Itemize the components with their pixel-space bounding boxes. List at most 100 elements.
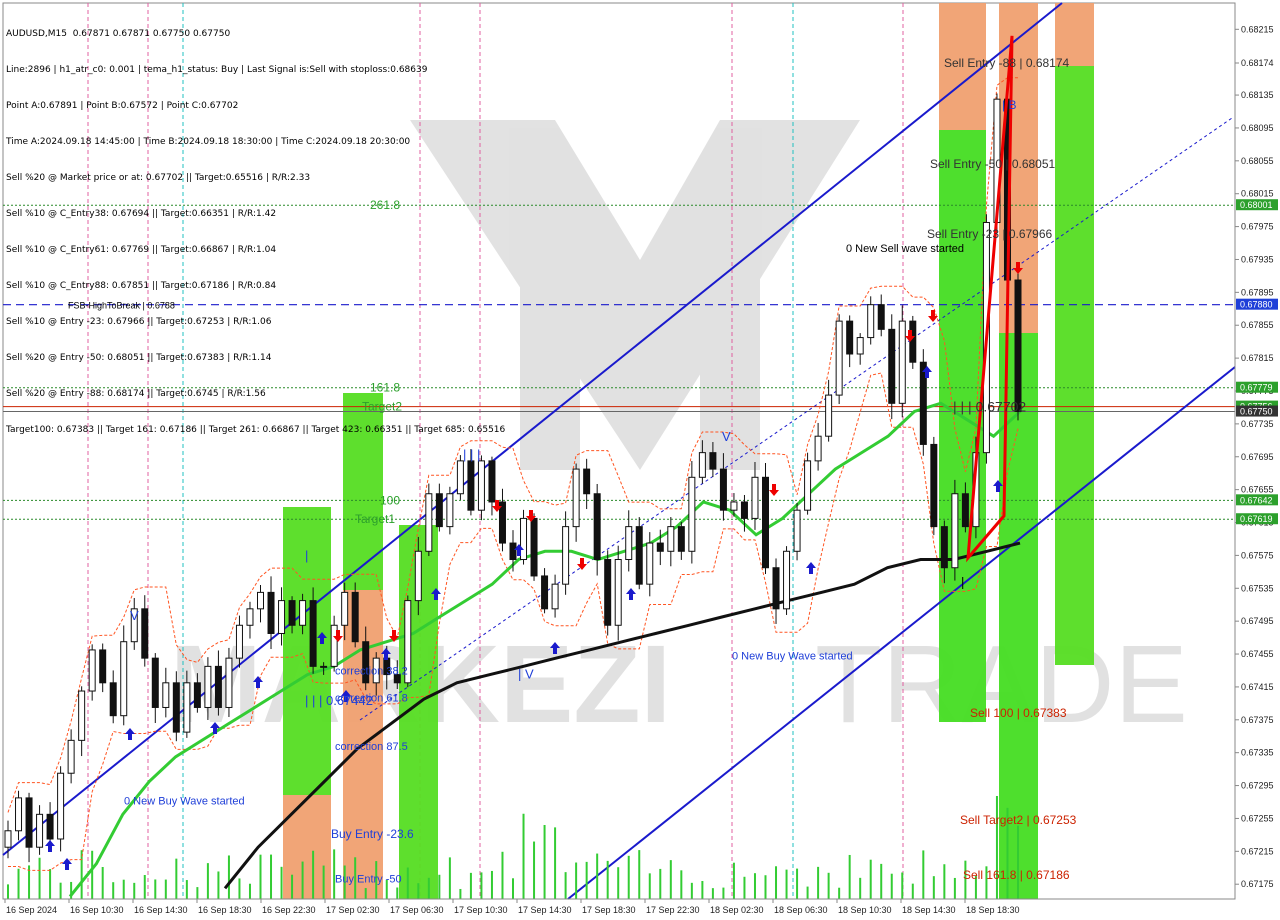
price-badge-label: 0.67750 — [1240, 407, 1273, 417]
candle-body — [320, 665, 328, 668]
candle-body — [940, 526, 948, 569]
candle-body — [193, 682, 201, 708]
candle — [225, 647, 233, 717]
candle-body — [825, 394, 833, 437]
time-tick-label: 17 Sep 18:30 — [582, 905, 636, 915]
target-zone — [1055, 66, 1094, 665]
candle-body — [625, 526, 633, 561]
candle-body — [246, 608, 254, 626]
candle — [804, 452, 812, 515]
chart-label: Sell 100 | 0.67383 — [970, 706, 1067, 720]
chart-label: Target1 — [355, 512, 395, 526]
candle — [930, 436, 938, 536]
candle-body — [898, 320, 906, 404]
price-axis: 0.68215 0.68174 0.68135 0.68095 0.68055 0.680… — [1234, 3, 1278, 899]
candle — [57, 766, 65, 852]
candle-body — [456, 460, 464, 495]
time-axis: 16 Sep 2024 16 Sep 10:30 16 Sep 14:30 16 Se… — [3, 898, 1235, 915]
price-tick-label: 0.67255 — [1241, 813, 1274, 823]
candle — [783, 546, 791, 615]
price-badge-label: 0.67779 — [1240, 383, 1273, 393]
candle-body — [498, 501, 506, 544]
candle-body — [814, 435, 822, 462]
time-tick-label: 16 Sep 18:30 — [198, 905, 252, 915]
candle-body — [688, 476, 696, 552]
ohlc-values: 0.67871 0.67871 0.67750 0.67750 — [72, 29, 231, 39]
time-tick-label: 17 Sep 10:30 — [454, 905, 508, 915]
candle — [530, 513, 538, 581]
candle-body — [57, 772, 65, 840]
price-tick-label: 0.67495 — [1241, 616, 1274, 626]
candle — [909, 315, 917, 369]
candle-body — [446, 493, 454, 528]
candle-body — [730, 501, 738, 511]
price-tick-label: 0.67215 — [1241, 846, 1274, 856]
candle-body — [909, 320, 917, 363]
price-badge-label: 0.67642 — [1240, 495, 1273, 505]
info-line: Sell %20 @ Entry -50: 0.68051 || Target:… — [6, 353, 272, 363]
chart-label: | V — [518, 667, 534, 682]
candle-body — [530, 517, 538, 577]
candle-body — [46, 813, 54, 840]
candle-body — [646, 542, 654, 585]
price-badge-label: 0.68001 — [1240, 200, 1273, 210]
candle-body — [719, 468, 727, 511]
chart-label: 100 — [380, 493, 400, 507]
candle-body — [762, 476, 769, 569]
info-line: Sell %10 @ C_Entry38: 0.67694 || Target:… — [6, 209, 277, 219]
candle-body — [635, 526, 643, 585]
candle-body — [183, 682, 191, 733]
candle — [351, 582, 359, 648]
price-tick-label: 0.67455 — [1241, 649, 1274, 659]
price-tick-label: 0.67415 — [1241, 682, 1274, 692]
chart-label: Sell Entry -23 | 0.67966 — [927, 227, 1053, 241]
candle-body — [309, 600, 317, 667]
chart-label: | B — [1002, 98, 1016, 112]
candle-body — [414, 550, 422, 602]
candle-body — [235, 624, 243, 659]
candle — [919, 349, 927, 456]
candle-body — [961, 493, 969, 528]
chart-label: Sell 161.8 | 0.67186 — [963, 868, 1070, 882]
candle-body — [677, 526, 685, 552]
info-line: Sell %10 @ Entry -23: 0.67966 || Target:… — [6, 317, 272, 327]
time-tick-label: 17 Sep 14:30 — [518, 905, 572, 915]
candle-body — [509, 542, 517, 561]
chart-label: | — [305, 548, 308, 563]
price-tick-label: 0.67935 — [1241, 254, 1274, 264]
time-tick-label: 16 Sep 22:30 — [262, 905, 316, 915]
candle-body — [951, 493, 959, 569]
candle-body — [709, 452, 717, 470]
info-line: Target100: 0.67383 || Target 161: 0.6718… — [6, 425, 506, 435]
candle-body — [930, 443, 938, 528]
time-tick-label: 17 Sep 02:30 — [326, 905, 380, 915]
candle-body — [520, 517, 528, 561]
chart-label: Sell Target2 | 0.67253 — [960, 813, 1077, 827]
candle-body — [572, 468, 580, 528]
candle-body — [278, 600, 286, 634]
candle — [425, 483, 433, 557]
candle-body — [351, 591, 359, 643]
candle-body — [888, 328, 896, 404]
candle-body — [99, 649, 107, 684]
candle-body — [783, 550, 791, 610]
chart-label: | | | — [463, 447, 480, 462]
candle-body — [877, 304, 885, 330]
candle-body — [541, 575, 549, 610]
candle-body — [740, 501, 748, 519]
candle-body — [614, 559, 622, 626]
candle — [635, 517, 643, 590]
candle-body — [257, 591, 264, 610]
candle-body — [299, 600, 307, 626]
info-line: Point A:0.67891 | Point B:0.67572 | Poin… — [6, 101, 239, 111]
info-line: Line:2896 | h1_atr_c0: 0.001 | tema_h1_s… — [6, 65, 428, 75]
candle-body — [267, 591, 275, 634]
candle-body — [435, 493, 443, 528]
candle-body — [109, 682, 117, 717]
price-tick-label: 0.67335 — [1241, 748, 1274, 758]
chart-label: correction 38.2 — [335, 665, 408, 677]
time-tick-label: 16 Sep 2024 — [6, 905, 57, 915]
candle-body — [204, 665, 212, 708]
info-line: Sell %20 @ Entry -88: 0.68174 || Target:… — [6, 389, 266, 399]
chart-label: V — [130, 608, 139, 623]
